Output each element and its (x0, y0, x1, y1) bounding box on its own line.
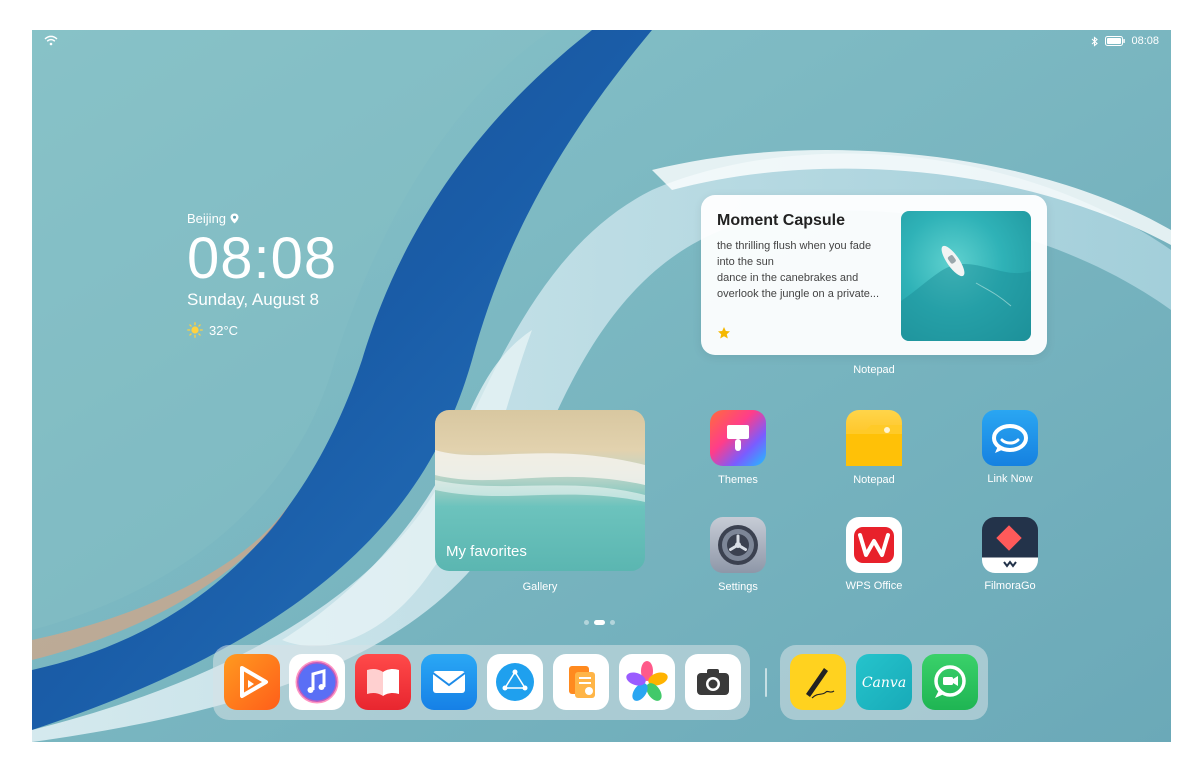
books-icon (367, 668, 399, 696)
wps-office-label: WPS Office (845, 580, 903, 592)
video-chat-icon (934, 665, 966, 698)
gallery-app-label: Gallery (522, 581, 558, 593)
settings-app-icon[interactable] (710, 517, 766, 573)
settings-gear-icon (718, 525, 758, 565)
filmorago-label: FilmoraGo (984, 580, 1036, 592)
capsule-photo (901, 211, 1031, 341)
filmorago-app-icon[interactable] (982, 517, 1038, 573)
wps-office-icon (854, 527, 894, 563)
notepad-label: Notepad (853, 474, 895, 486)
weather-row: 32°C (187, 322, 337, 338)
video-play-icon (240, 666, 268, 698)
books-app-icon[interactable] (355, 654, 411, 710)
wallpaper (32, 30, 1171, 742)
temperature-label: 32°C (209, 322, 239, 338)
capsule-text-line: into the sun (717, 256, 774, 268)
page-dot[interactable] (610, 620, 615, 625)
camera-app-icon[interactable] (685, 654, 741, 710)
clock-time: 08:08 (187, 226, 338, 291)
bluetooth-icon (1092, 35, 1099, 47)
clock-weather-widget[interactable]: Beijing 08:08 Sunday, August 8 32°C (187, 211, 337, 338)
link-now-label: Link Now (987, 473, 1033, 485)
mail-icon (432, 671, 466, 693)
capsule-text-line: overlook the jungle on a private... (717, 288, 880, 300)
status-bar-right: 08:08 (1091, 35, 1159, 47)
home-screen: 08:08 Beijing 08:08 Sunday, August 8 32°… (32, 30, 1171, 742)
docs-app-icon[interactable] (553, 654, 609, 710)
video-app-icon[interactable] (224, 654, 280, 710)
music-note-icon (295, 660, 339, 704)
sign-pen-icon (806, 668, 835, 699)
browser-app-icon[interactable] (487, 654, 543, 710)
city-row: Beijing (187, 211, 337, 226)
wps-office-app-icon[interactable] (846, 517, 902, 573)
dock-separator (765, 668, 767, 697)
capsule-title: Moment Capsule (717, 212, 846, 229)
star-icon[interactable] (717, 326, 731, 340)
moment-capsule-app-label: Notepad (853, 364, 895, 376)
moment-capsule-widget[interactable]: Moment Capsule the thrilling flush when … (701, 195, 1047, 355)
page-indicator[interactable] (584, 620, 615, 625)
city-label: Beijing (187, 211, 227, 226)
link-now-chat-icon (992, 424, 1028, 453)
themes-label: Themes (718, 474, 758, 486)
clock-date: Sunday, August 8 (187, 290, 320, 309)
gallery-app-icon[interactable] (619, 654, 675, 710)
capsule-text-line: the thrilling flush when you fade (717, 240, 872, 252)
status-bar-left (44, 35, 58, 49)
themes-app-icon[interactable] (710, 410, 766, 466)
capsule-text-line: dance in the canebrakes and (717, 272, 859, 284)
dock (213, 645, 750, 720)
themes-brush-icon (727, 425, 749, 451)
camera-icon (697, 669, 729, 695)
filmorago-icon (996, 525, 1022, 568)
canva-app-icon[interactable]: Canva (856, 654, 912, 710)
battery-icon (1105, 36, 1126, 46)
boat-photo-icon (901, 245, 1031, 341)
location-pin-icon (230, 213, 239, 224)
canva-icon: Canva (862, 675, 906, 691)
notepad-app-icon[interactable] (846, 410, 902, 466)
page-dot[interactable] (584, 620, 589, 625)
canva-wordmark: Canva (862, 675, 906, 691)
gallery-petals-icon (626, 661, 668, 701)
gallery-caption: My favorites (446, 543, 527, 560)
mail-app-icon[interactable] (421, 654, 477, 710)
gallery-widget[interactable]: My favorites (435, 410, 645, 571)
sun-icon (187, 322, 203, 338)
status-time: 08:08 (1131, 35, 1159, 47)
notepad-folder-icon (846, 425, 902, 466)
music-app-icon[interactable] (289, 654, 345, 710)
settings-label: Settings (718, 581, 758, 593)
video-chat-app-icon[interactable] (922, 654, 978, 710)
link-now-app-icon[interactable] (982, 410, 1038, 466)
wifi-icon (44, 35, 58, 46)
docs-icon (569, 666, 595, 698)
dock-recent-apps: Canva (780, 645, 988, 720)
sign-pen-app-icon[interactable] (790, 654, 846, 710)
browser-globe-icon (496, 663, 534, 701)
page-dot-active[interactable] (594, 620, 605, 625)
